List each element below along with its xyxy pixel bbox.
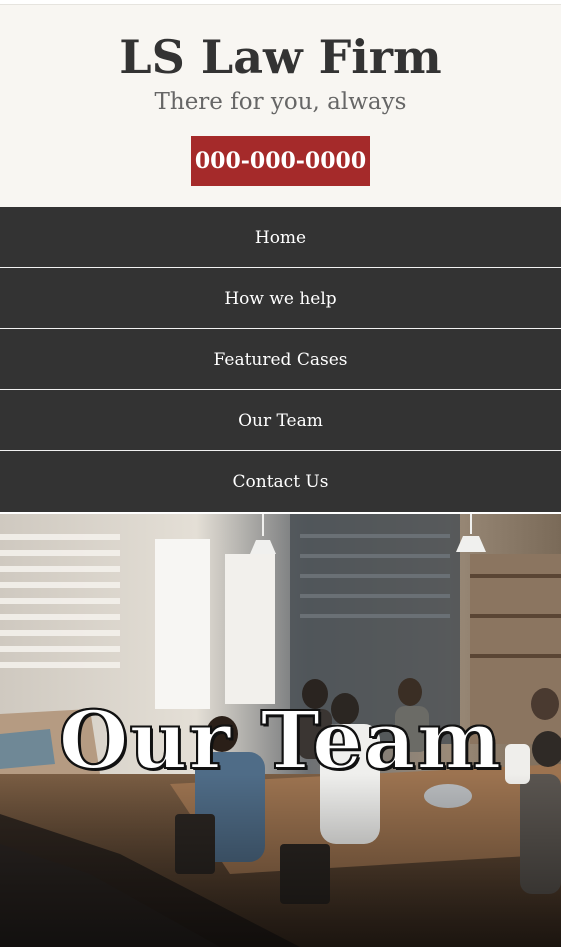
nav-item-how-we-help[interactable]: How we help xyxy=(0,268,561,329)
main-nav: Home How we help Featured Cases Our Team… xyxy=(0,207,561,512)
hero-title: Our Team xyxy=(58,692,503,788)
nav-item-featured-cases[interactable]: Featured Cases xyxy=(0,329,561,390)
site-tagline: There for you, always xyxy=(154,89,407,115)
nav-item-our-team[interactable]: Our Team xyxy=(0,390,561,451)
site-header: LS Law Firm There for you, always 000-00… xyxy=(0,5,561,207)
nav-item-contact-us[interactable]: Contact Us xyxy=(0,451,561,512)
site-title[interactable]: LS Law Firm xyxy=(0,29,561,85)
phone-button[interactable]: 000-000-0000 xyxy=(191,136,370,186)
hero-banner: Our Team xyxy=(0,514,561,947)
nav-item-home[interactable]: Home xyxy=(0,207,561,268)
